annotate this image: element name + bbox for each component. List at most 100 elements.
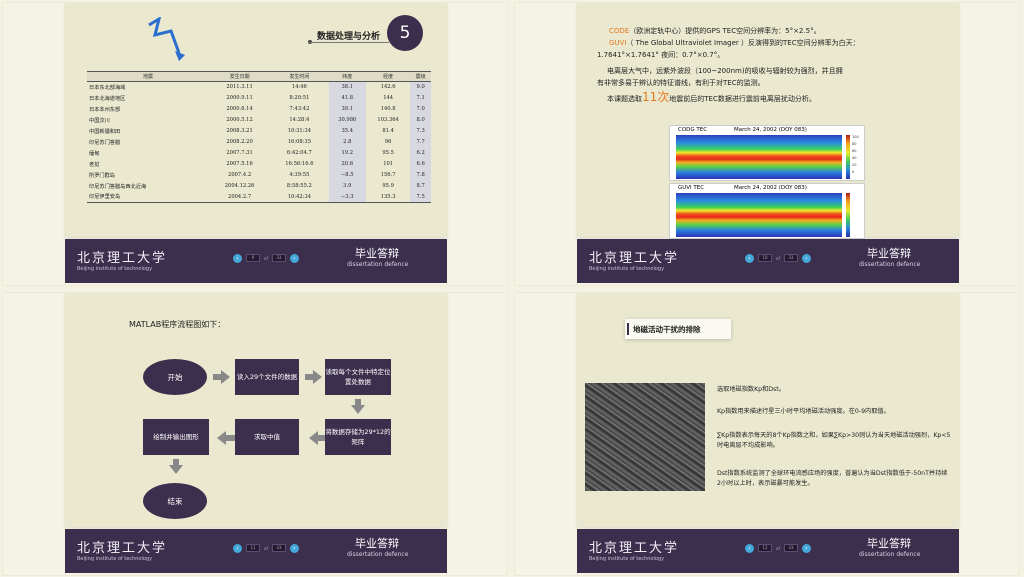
table-cell: 30.986 <box>328 114 366 126</box>
text-line-5: 有非常多易于辨认的特征谱线，有利于对TEC的监测。 <box>597 79 765 87</box>
paragraph-3: ∑Kp指数表示每天的8个Kp指数之和，如果∑Kp>30则认为当天地磁活动强烈，K… <box>717 432 951 449</box>
table-cell: −3.3 <box>328 191 366 203</box>
table-cell: 16:08:35 <box>287 139 312 145</box>
table-cell: 8:20:51 <box>289 95 310 101</box>
table-cell: 日本东北部海域 <box>89 84 126 91</box>
table-cell: 35.4 <box>328 125 366 137</box>
slide-footer: 北京理工大学 Beijing institute of technology ‹… <box>65 239 447 283</box>
flow-arrow-right <box>221 370 230 384</box>
table-cell: 2.8 <box>328 136 366 148</box>
school-name: 北京理工大学 <box>589 541 680 556</box>
table-row: 老挝 2007.5.16 16:56:16.6 20.6 101 6.6 <box>87 158 431 170</box>
next-page-button[interactable]: › <box>801 253 811 263</box>
table-cell: 7.5 <box>410 191 431 203</box>
satellite-image <box>585 383 705 491</box>
table-cell: 2004.12.26 <box>224 183 255 189</box>
current-page[interactable]: 9 <box>246 254 260 262</box>
table-cell: 印尼苏门答腊 <box>89 139 121 146</box>
current-page[interactable]: 10 <box>758 254 772 262</box>
text-line-1: CODE（欧洲定轨中心）提供的GPS TEC空间分辨率为：5°×2.5°。 <box>609 25 939 37</box>
slide-panel: 地磁活动干扰的排除 选取地磁指数Kp和Dst。 Kp指数用来描述行星三小时平均地… <box>577 293 959 527</box>
pager-of: of <box>264 545 268 551</box>
title-underline <box>309 42 389 43</box>
table-cell: 7.0 <box>410 103 431 115</box>
table-cell: 2000.9.11 <box>226 95 253 101</box>
cb-tick: 0 <box>852 170 855 174</box>
table-cell: 2008.2.20 <box>226 139 253 145</box>
paragraph-1: 选取地磁指数Kp和Dst。 <box>717 386 785 393</box>
table-row: 日本东北部海域 2011.3.11 14:46 38.1 142.6 9.0 <box>87 81 431 93</box>
prev-page-button[interactable]: ‹ <box>745 543 754 553</box>
earthquake-table: 地震 发生日期 发生时间 纬度 经度 震级 日本东北部海域 2011.3.11 14:46 38… <box>87 71 431 203</box>
next-page-button[interactable]: › <box>801 543 811 553</box>
table-cell: 2000.5.12 <box>226 117 253 123</box>
codg-tec-map: CODG TEC March 24, 2002 (DOY 083) 100 80 6… <box>669 125 865 181</box>
flow-store-matrix: 将数据存储为29*12的矩阵 <box>325 419 391 455</box>
table-cell: 2008.3.21 <box>226 128 253 134</box>
table-cell: 10:31:34 <box>287 128 312 134</box>
table-cell: 14:28:4 <box>289 117 310 123</box>
next-page-button[interactable]: › <box>289 543 299 553</box>
current-page[interactable]: 12 <box>758 544 772 552</box>
prev-page-button[interactable]: ‹ <box>233 543 242 553</box>
slide-panel: CODE（欧洲定轨中心）提供的GPS TEC空间分辨率为：5°×2.5°。 GU… <box>577 3 959 239</box>
text-line-6-a: 本课题选取 <box>607 95 642 103</box>
table-cell: −8.5 <box>328 169 366 181</box>
slide-footer: 北京理工大学 Beijing institute of technology ‹… <box>577 529 959 573</box>
flow-read-29-files: 读入29个文件的数据 <box>235 359 299 395</box>
map-label: CODG TEC <box>678 127 708 133</box>
table-cell: 老挝 <box>89 161 100 168</box>
table-cell: 140.8 <box>380 106 396 112</box>
table-cell: 103.364 <box>377 117 399 123</box>
flow-arrow-down <box>169 465 183 474</box>
slide-thumbnail-2[interactable]: CODE（欧洲定轨中心）提供的GPS TEC空间分辨率为：5°×2.5°。 GU… <box>514 2 1020 286</box>
flow-plot-output: 绘制并输出图形 <box>143 419 209 455</box>
table-row: 印尼伊里安岛 2004.2.7 10:42:34 −3.3 135.3 7.5 <box>87 191 431 203</box>
map-date: March 24, 2002 (DOY 083) <box>734 127 807 133</box>
slide-thumbnail-1[interactable]: 数据处理与分析 5 地震 发生日期 发生时间 纬度 经度 震级 日本东北部海域 2011.3… <box>2 2 508 286</box>
flowchart-heading: MATLAB程序流程图如下： <box>129 320 226 329</box>
table-cell: 10:42:34 <box>270 191 329 203</box>
table-header-cell: 发生时间 <box>270 71 329 82</box>
flow-end: 结束 <box>143 483 207 519</box>
count-highlight: 11次 <box>642 90 670 104</box>
table-cell: 2000.6.14 <box>226 106 253 112</box>
table-cell: 印尼苏门答腊岛西北近海 <box>89 183 147 190</box>
flow-start: 开始 <box>143 359 207 395</box>
table-cell: 81.4 <box>382 128 394 134</box>
tec-heatmap <box>676 193 842 237</box>
text-line-6: 本课题选取11次地震前后的TEC数据进行震前电离层扰动分析。 <box>607 91 937 105</box>
total-pages: 33 <box>783 254 798 262</box>
prev-page-button[interactable]: ‹ <box>745 253 754 263</box>
slide-panel: MATLAB程序流程图如下： 开始 读入29个文件的数据 读取每个文件中特定位置… <box>65 293 447 527</box>
table-cell: 2007.7.31 <box>226 150 253 156</box>
section-heading: 地磁活动干扰的排除 <box>633 325 701 334</box>
slide-thumbnail-4[interactable]: 地磁活动干扰的排除 选取地磁指数Kp和Dst。 Kp指数用来描述行星三小时平均地… <box>514 292 1020 576</box>
school-name-en: Beijing institute of technology <box>589 266 665 272</box>
table-header-cell: 纬度 <box>328 71 366 82</box>
table-row: 中国新疆和田 2008.3.21 10:31:34 35.4 81.4 7.3 <box>87 125 431 137</box>
pager: ‹ 11 of 33 › <box>233 543 299 553</box>
slide-thumbnail-3[interactable]: MATLAB程序流程图如下： 开始 读入29个文件的数据 读取每个文件中特定位置… <box>2 292 508 576</box>
defence-title-en: dissertation defence <box>347 261 409 268</box>
cb-tick: 40 <box>852 156 857 160</box>
school-name: 北京理工大学 <box>77 251 168 266</box>
pager-of: of <box>776 255 780 261</box>
text-line-6-b: 地震前后的TEC数据进行震前电离层扰动分析。 <box>669 95 816 103</box>
table-cell: 7.1 <box>410 92 431 104</box>
prev-page-button[interactable]: ‹ <box>233 253 242 263</box>
pager: ‹ 9 of 33 › <box>233 253 299 263</box>
table-row: 缅甸 2007.7.31 6:42:04.7 19.2 95.5 6.2 <box>87 147 431 159</box>
table-cell: 2004.2.7 <box>208 191 271 203</box>
text-line-3: 1.7641°×1.7641° 夜间：0.7°×0.7°。 <box>597 51 725 59</box>
current-page[interactable]: 11 <box>246 544 260 552</box>
next-page-button[interactable]: › <box>289 253 299 263</box>
pager-of: of <box>264 255 268 261</box>
table-cell: 中国新疆和田 <box>89 128 121 135</box>
table-cell: 38.1 <box>328 81 366 93</box>
text-line-1-rest: （欧洲定轨中心）提供的GPS TEC空间分辨率为：5°×2.5°。 <box>629 27 821 35</box>
table-cell: 9.0 <box>410 81 431 93</box>
school-name-en: Beijing institute of technology <box>77 556 153 562</box>
pager-of: of <box>776 545 780 551</box>
cb-tick: 20 <box>852 163 857 167</box>
